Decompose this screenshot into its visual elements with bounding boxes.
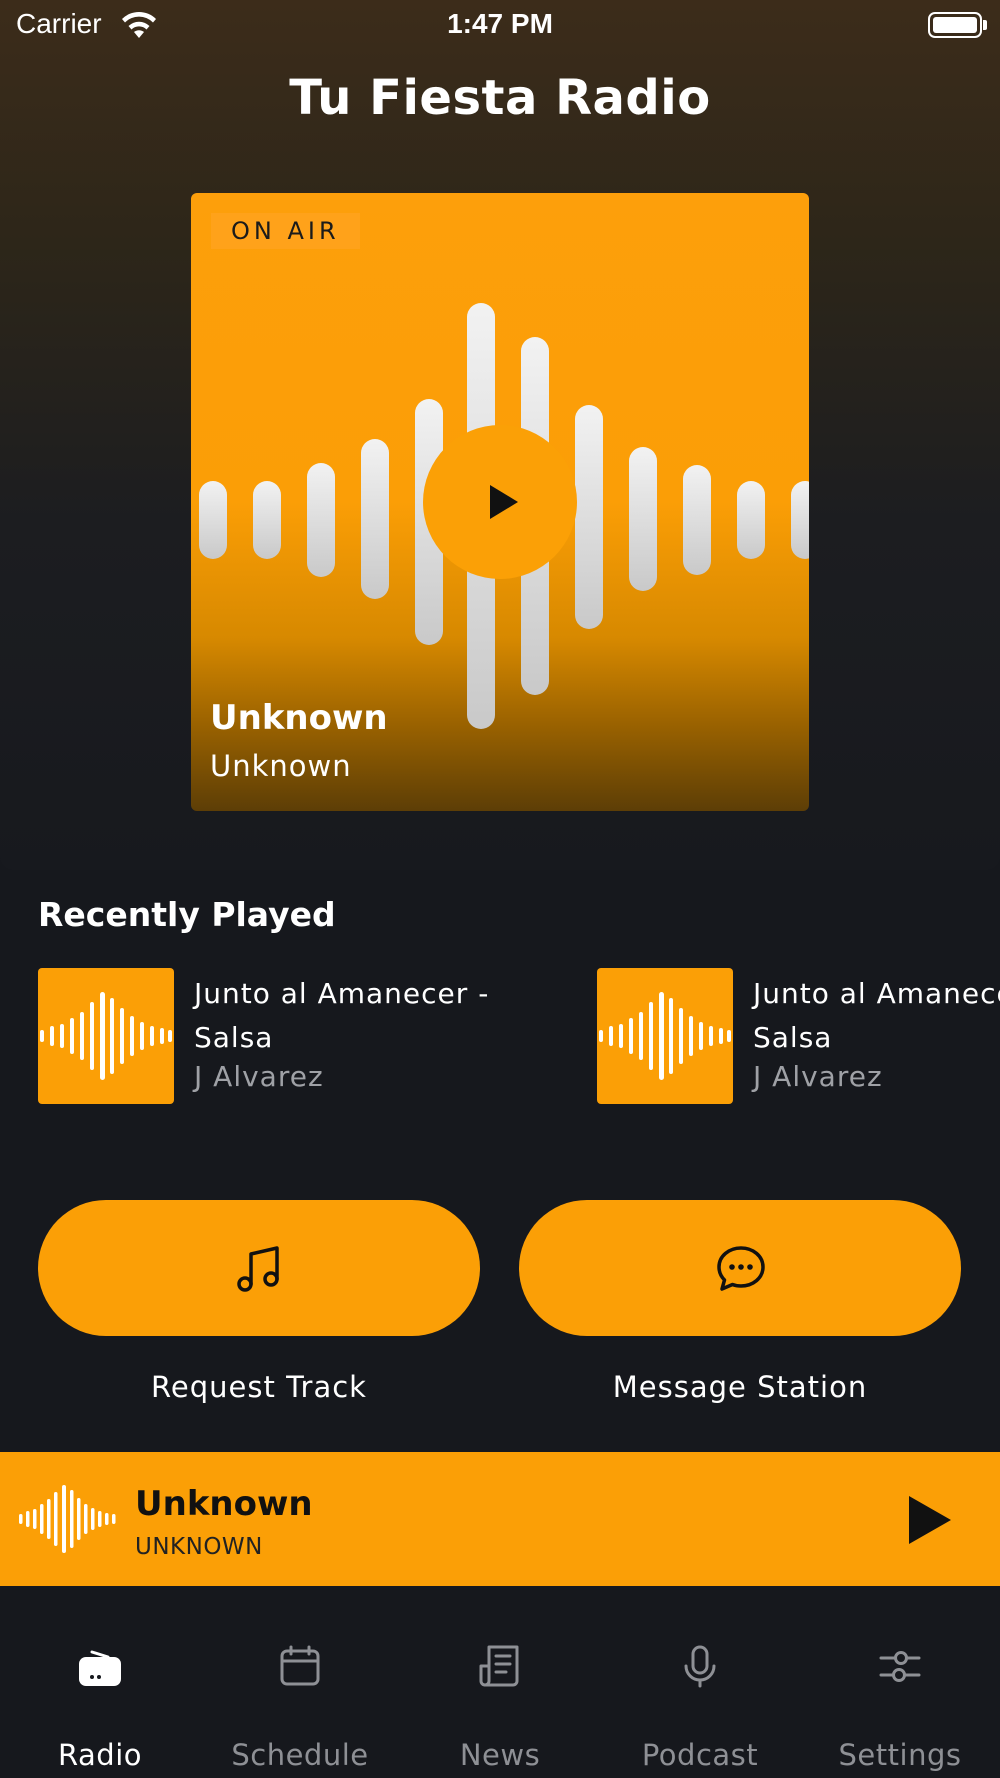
battery-tip	[983, 20, 987, 30]
recent-title-text: Junto al Amanecer - Salsa	[753, 977, 1000, 1054]
play-icon[interactable]	[905, 1494, 953, 1546]
chat-bubble-icon	[717, 1246, 765, 1291]
play-button[interactable]	[423, 425, 577, 579]
mini-player-artist: UNKNOWN	[135, 1534, 263, 1560]
track-artist: Unknown	[210, 749, 352, 783]
page-title: Tu Fiesta Radio	[289, 70, 711, 126]
clock: 1:47 PM	[447, 8, 553, 39]
tab-radio[interactable]: Radio	[0, 1586, 200, 1778]
mini-player-title: Unknown	[135, 1484, 313, 1524]
recently-played-heading: Recently Played	[38, 895, 336, 934]
battery-icon	[928, 12, 982, 38]
tab-bar: Radio Schedule News Podcast Settings	[0, 1586, 1000, 1778]
message-station-label: Message Station	[612, 1370, 868, 1404]
calendar-icon	[280, 1645, 320, 1686]
recent-thumbnail	[38, 968, 174, 1104]
tab-schedule[interactable]: Schedule	[200, 1586, 400, 1778]
track-title: Unknown	[210, 698, 388, 738]
waveform-icon	[40, 992, 172, 1080]
waveform-icon	[19, 1485, 116, 1553]
radio-icon	[79, 1650, 121, 1686]
music-note-icon	[237, 1246, 279, 1292]
tab-label: Schedule	[231, 1738, 369, 1772]
on-air-badge: ON AIR	[211, 213, 360, 249]
recent-item[interactable]: Junto al Amanecer - Salsa J Alvarez	[38, 968, 558, 1104]
play-icon	[490, 485, 518, 519]
now-playing-card[interactable]: ON AIR Unknown Unknown	[191, 193, 809, 811]
sliders-icon	[879, 1651, 921, 1682]
microphone-icon	[684, 1645, 716, 1688]
tab-news[interactable]: News	[400, 1586, 600, 1778]
tab-label: News	[459, 1738, 541, 1772]
recent-artist: J Alvarez	[753, 1060, 883, 1093]
tab-settings[interactable]: Settings	[800, 1586, 1000, 1778]
mini-player[interactable]: Unknown UNKNOWN	[0, 1452, 1000, 1586]
waveform-icon	[599, 992, 731, 1080]
tab-label: Settings	[838, 1738, 962, 1772]
newspaper-icon	[479, 1645, 519, 1687]
recent-thumbnail	[597, 968, 733, 1104]
recent-artist: J Alvarez	[194, 1060, 324, 1093]
request-track-label: Request Track	[151, 1370, 367, 1404]
request-track-button[interactable]	[38, 1200, 480, 1336]
message-station-button[interactable]	[519, 1200, 961, 1336]
tab-label: Radio	[58, 1738, 142, 1772]
recent-item[interactable]: Junto al Amanecer - Salsa J Alvarez	[597, 968, 1000, 1104]
recent-title: Junto al Amanecer - Salsa	[753, 972, 1000, 1060]
recent-title: Junto al Amanecer - Salsa	[194, 977, 490, 1054]
tab-podcast[interactable]: Podcast	[600, 1586, 800, 1778]
tab-label: Podcast	[641, 1738, 759, 1772]
status-bar: Carrier 1:47 PM	[0, 0, 1000, 50]
